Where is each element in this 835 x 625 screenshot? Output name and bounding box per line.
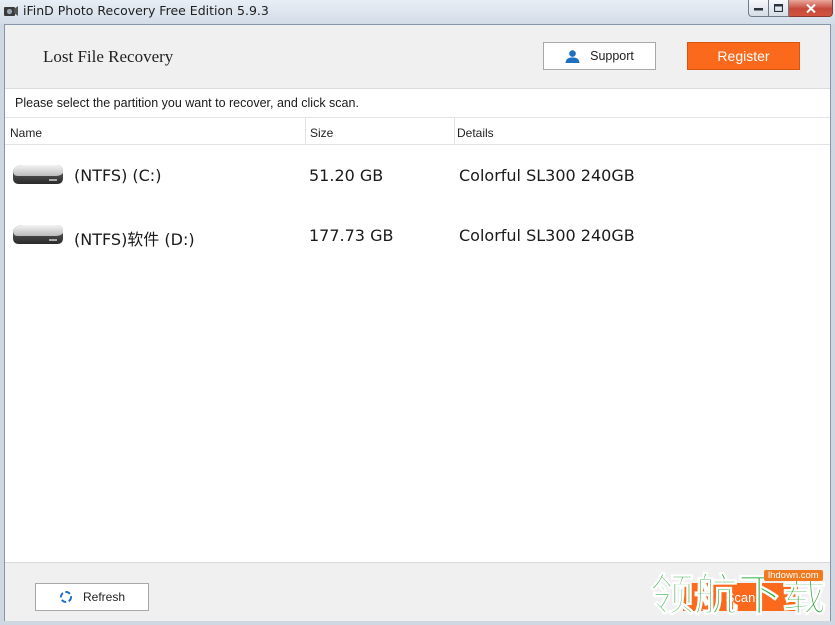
hard-drive-icon [13,225,63,244]
partition-row-c[interactable]: (NTFS) (C:) 51.20 GB Colorful SL300 240G… [5,146,830,206]
column-header-size[interactable]: Size [310,126,333,140]
window-controls [748,0,833,17]
partition-name: (NTFS) (C:) [74,166,162,185]
column-header-details[interactable]: Details [457,126,494,140]
window-title: iFinD Photo Recovery Free Edition 5.9.3 [23,3,269,18]
register-button[interactable]: Register [687,42,800,70]
partition-size: 51.20 GB [309,166,384,185]
refresh-icon [59,591,72,603]
page-title: Lost File Recovery [43,47,174,66]
partition-row-d[interactable]: (NTFS)软件 (D:) 177.73 GB Colorful SL300 2… [5,206,830,266]
instruction-text: Please select the partition you want to … [15,96,359,110]
scan-label: Scan [725,589,756,605]
partition-size: 177.73 GB [309,226,394,245]
register-label: Register [717,48,770,64]
refresh-label: Refresh [82,590,126,604]
partition-details: Colorful SL300 240GB [459,166,635,185]
maximize-icon [774,4,783,12]
hard-drive-icon [13,165,63,184]
maximize-button[interactable] [769,0,789,17]
table-header: Name Size Details [5,117,830,145]
support-button[interactable]: Support [543,42,656,70]
close-icon [805,3,816,13]
column-divider[interactable] [305,118,306,145]
app-header: Lost File Recovery Support Register [5,25,830,89]
column-header-name[interactable]: Name [10,126,42,140]
partition-name: (NTFS)软件 (D:) [74,230,195,249]
close-button[interactable] [789,0,833,17]
support-label: Support [590,49,634,63]
column-divider[interactable] [454,118,455,145]
scan-button[interactable]: Scan [683,583,798,611]
title-bar[interactable]: iFinD Photo Recovery Free Edition 5.9.3 [0,0,835,24]
refresh-button[interactable]: Refresh [35,583,149,611]
app-icon [4,6,18,16]
main-window: Lost File Recovery Support Register Plea… [4,24,831,621]
user-icon [565,49,580,63]
partition-details: Colorful SL300 240GB [459,226,635,245]
minimize-icon [754,8,763,11]
footer-bar: Refresh Scan [5,562,830,621]
minimize-button[interactable] [748,0,769,17]
